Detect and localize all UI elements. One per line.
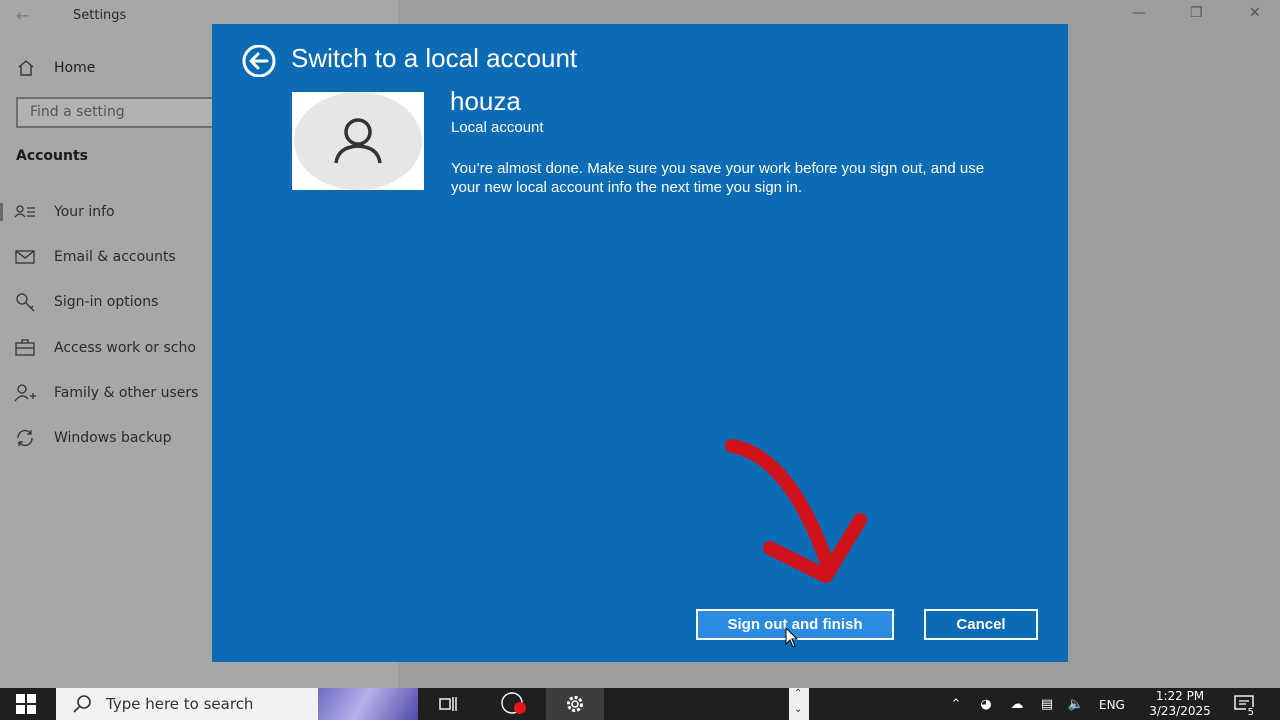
chevron-up-icon: ⌃ [950, 696, 962, 712]
key-icon [16, 293, 35, 312]
close-icon[interactable]: ✕ [1249, 5, 1261, 21]
sidebar-item-label: Windows backup [54, 430, 172, 446]
person-icon [334, 118, 382, 164]
meet-now-icon[interactable]: ◕ [975, 688, 997, 720]
notification-badge: 5 [1245, 707, 1256, 718]
sidebar-item-label: Email & accounts [54, 249, 176, 265]
instruction-message: You’re almost done. Make sure you save y… [451, 160, 985, 196]
active-indicator [0, 203, 3, 221]
search-highlight-image [318, 688, 418, 720]
clock-time: 1:22 PM [1155, 689, 1205, 703]
sidebar-item-label: Sign-in options [54, 294, 159, 310]
chevron-down-icon: ⌄ [794, 704, 803, 715]
sync-icon [17, 430, 33, 446]
sidebar-item-family-users[interactable]: Family & other users [14, 382, 198, 404]
avatar-circle [294, 92, 422, 190]
person-card-icon [14, 205, 35, 218]
volume-icon[interactable]: 🔈 [1064, 688, 1088, 720]
red-annotation-arrow-icon [725, 439, 867, 583]
start-button[interactable] [0, 688, 52, 720]
sidebar-item-label: Access work or scho [54, 340, 196, 356]
home-label: Home [54, 60, 96, 76]
settings-app-button[interactable] [546, 688, 604, 720]
sidebar-item-email-accounts[interactable]: Email & accounts [14, 246, 176, 268]
sidebar-item-windows-backup[interactable]: Windows backup [14, 427, 172, 449]
network-icon[interactable]: ▤ [1036, 688, 1058, 720]
notification-center-button[interactable]: 5 [1232, 688, 1258, 720]
windows-logo-icon [16, 694, 36, 714]
dialog-title: Switch to a local account [291, 43, 578, 73]
chevron-up-icon: ⌃ [794, 688, 803, 699]
account-type: Local account [451, 119, 544, 136]
recorder-app-button[interactable] [490, 688, 538, 720]
taskbar-search-box[interactable]: Type here to search [56, 688, 418, 720]
restore-icon[interactable]: ❐ [1190, 5, 1203, 21]
add-person-icon [14, 384, 36, 402]
sidebar-item-your-info[interactable]: Your info [14, 201, 115, 223]
back-circle-arrow-icon[interactable] [241, 45, 279, 77]
home-icon [18, 60, 34, 76]
mouse-pointer-icon [785, 627, 799, 648]
mail-icon [15, 250, 35, 264]
task-view-button[interactable] [428, 688, 468, 720]
onedrive-icon[interactable]: ☁ [1005, 688, 1029, 720]
minimize-icon[interactable]: — [1132, 5, 1146, 21]
sidebar-item-label: Family & other users [54, 385, 199, 401]
sidebar-item-sign-in-options[interactable]: Sign-in options [14, 291, 158, 313]
briefcase-icon [15, 339, 35, 356]
clock[interactable]: 1:22 PM 3/23/2025 [1140, 689, 1220, 719]
show-hidden-icons-button[interactable]: ⌃ [945, 688, 967, 720]
language-indicator[interactable]: ENG [1099, 698, 1125, 712]
recorder-icon [501, 692, 526, 714]
task-view-icon [439, 697, 457, 711]
scroll-control[interactable]: ⌃ ⌄ [789, 688, 809, 720]
search-icon [73, 695, 91, 713]
taskbar-search-placeholder: Type here to search [106, 695, 254, 713]
switch-local-account-dialog: Switch to a local account houza Local ac… [212, 24, 1068, 662]
section-title: Accounts [16, 148, 89, 164]
sidebar-item-home[interactable]: Home [16, 58, 95, 78]
find-setting-input[interactable]: Find a setting [16, 97, 236, 128]
window-title: Settings [73, 8, 127, 23]
sidebar-item-label: Your info [54, 204, 115, 220]
back-arrow-icon[interactable]: ← [16, 6, 29, 25]
cancel-button[interactable]: Cancel [924, 609, 1038, 640]
clock-date: 3/23/2025 [1149, 704, 1211, 718]
user-name: houza [450, 86, 521, 116]
gear-icon [567, 696, 583, 712]
avatar [292, 92, 424, 190]
taskbar: Type here to search ⌃ ◕ ☁ ▤ 🔈 ENG 1:22 P… [0, 688, 1280, 720]
sidebar-item-access-work[interactable]: Access work or scho [14, 337, 196, 359]
